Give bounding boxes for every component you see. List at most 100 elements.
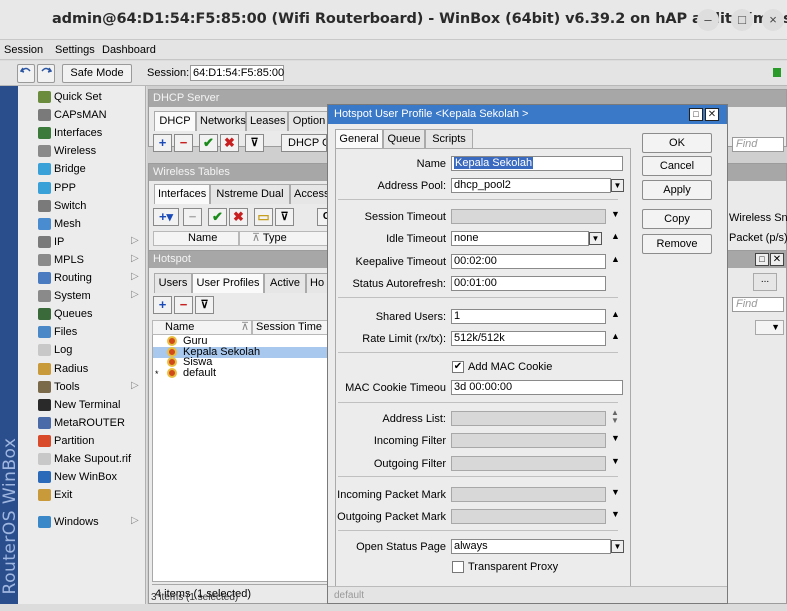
idle-timeout-field[interactable]: none — [451, 231, 589, 246]
maximize-button[interactable]: □ — [731, 9, 753, 31]
dialog-title-bar[interactable]: Hotspot User Profile <Kepala Sekolah > □… — [328, 105, 727, 124]
sidebar-item-interfaces[interactable]: Interfaces — [18, 124, 146, 142]
sidebar-item-queues[interactable]: Queues — [18, 305, 146, 323]
incoming-packet-mark-expand-icon[interactable]: ▼ — [611, 487, 620, 497]
table-row[interactable]: * default — [153, 367, 327, 379]
mac-cookie-timeout-field[interactable]: 3d 00:00:00 — [451, 380, 623, 395]
sidebar-item-metarouter[interactable]: MetaROUTER — [18, 414, 146, 432]
tab-user-profiles[interactable]: User Profiles — [192, 273, 264, 293]
filter-icon[interactable]: ⊽ — [275, 208, 294, 226]
tab-general[interactable]: General — [335, 129, 383, 149]
sidebar-item-radius[interactable]: Radius — [18, 360, 146, 378]
sidebar-item-new-winbox[interactable]: New WinBox — [18, 468, 146, 486]
close-button[interactable]: × — [762, 9, 784, 31]
enable-icon[interactable]: ✔ — [199, 134, 218, 152]
open-status-page-select[interactable]: always — [451, 539, 611, 554]
sidebar-item-bridge[interactable]: Bridge — [18, 160, 146, 178]
shared-users-collapse-icon[interactable]: ▲ — [611, 309, 620, 319]
address-pool-select[interactable]: dhcp_pool2 — [451, 178, 611, 193]
apply-button[interactable]: Apply — [642, 180, 712, 200]
columns-dropdown-icon[interactable]: ▼ — [755, 320, 784, 335]
tab-users[interactable]: Users — [154, 273, 192, 293]
sidebar-item-routing[interactable]: Routing ▷ — [18, 269, 146, 287]
hotspot-find-input[interactable]: Find — [732, 297, 784, 312]
close-icon[interactable]: ✕ — [770, 253, 784, 266]
table-row[interactable]: Siswa — [153, 357, 327, 368]
tab-queue[interactable]: Queue — [383, 129, 425, 149]
remove-icon[interactable]: − — [183, 208, 202, 226]
col-type[interactable]: ⊼ Type — [239, 231, 331, 246]
tab-hosts[interactable]: Ho — [306, 273, 328, 293]
menu-settings[interactable]: Settings — [55, 44, 95, 56]
remove-button[interactable]: Remove — [642, 234, 712, 254]
rate-limit-field[interactable]: 512k/512k — [451, 331, 606, 346]
idle-timeout-dropdown-icon[interactable]: ▼ — [589, 232, 602, 245]
sidebar-item-windows[interactable]: Windows ▷ — [18, 513, 146, 531]
sidebar-item-exit[interactable]: Exit — [18, 486, 146, 504]
sidebar-item-ppp[interactable]: PPP — [18, 179, 146, 197]
comment-icon[interactable]: ▭ — [254, 208, 273, 226]
add-icon[interactable]: + — [153, 296, 172, 314]
remove-icon[interactable]: − — [174, 296, 193, 314]
add-icon[interactable]: + — [153, 134, 172, 152]
incoming-packet-mark-field[interactable] — [451, 487, 606, 502]
outgoing-packet-mark-expand-icon[interactable]: ▼ — [611, 509, 620, 519]
menu-dashboard[interactable]: Dashboard — [102, 44, 156, 56]
idle-timeout-collapse-icon[interactable]: ▲ — [611, 231, 620, 241]
filter-icon[interactable]: ⊽ — [195, 296, 214, 314]
sidebar-item-make-supout-rif[interactable]: Make Supout.rif — [18, 450, 146, 468]
session-timeout-expand-icon[interactable]: ▼ — [611, 209, 620, 219]
tab-nstreme-dual[interactable]: Nstreme Dual — [210, 184, 290, 204]
redo-icon[interactable] — [37, 64, 55, 83]
copy-button[interactable]: Copy — [642, 209, 712, 229]
outgoing-filter-expand-icon[interactable]: ▼ — [611, 456, 620, 466]
tab-interfaces[interactable]: Interfaces — [154, 184, 210, 204]
status-autorefresh-field[interactable]: 00:01:00 — [451, 276, 606, 291]
more-tabs-button[interactable]: ... — [753, 273, 777, 291]
outgoing-filter-field[interactable] — [451, 456, 606, 471]
incoming-filter-field[interactable] — [451, 433, 606, 448]
enable-icon[interactable]: ✔ — [208, 208, 227, 226]
tab-access[interactable]: Access — [290, 184, 330, 204]
sidebar-item-mpls[interactable]: MPLS ▷ — [18, 251, 146, 269]
table-row[interactable]: Kepala Sekolah — [153, 346, 327, 358]
sidebar-item-switch[interactable]: Switch — [18, 197, 146, 215]
open-status-page-dropdown-icon[interactable]: ▼ — [611, 540, 624, 553]
session-timeout-field[interactable] — [451, 209, 606, 224]
tab-active[interactable]: Active — [264, 273, 306, 293]
sidebar-item-mesh[interactable]: Mesh — [18, 215, 146, 233]
col-name[interactable]: Name — [153, 231, 239, 246]
sidebar-item-files[interactable]: Files — [18, 323, 146, 341]
sidebar-item-system[interactable]: System ▷ — [18, 287, 146, 305]
remove-icon[interactable]: − — [174, 134, 193, 152]
address-pool-dropdown-icon[interactable]: ▼ — [611, 179, 624, 192]
rate-limit-collapse-icon[interactable]: ▲ — [611, 331, 620, 341]
tab-dhcp[interactable]: DHCP — [154, 111, 196, 131]
menu-session[interactable]: Session — [4, 44, 43, 56]
tab-options[interactable]: Option — [288, 111, 330, 131]
disable-icon[interactable]: ✖ — [229, 208, 248, 226]
safe-mode-button[interactable]: Safe Mode — [62, 64, 132, 83]
session-address-field[interactable]: 64:D1:54:F5:85:00 — [190, 65, 284, 81]
keepalive-collapse-icon[interactable]: ▲ — [611, 254, 620, 264]
sidebar-item-capsman[interactable]: CAPsMAN — [18, 106, 146, 124]
keepalive-timeout-field[interactable]: 00:02:00 — [451, 254, 606, 269]
shared-users-field[interactable]: 1 — [451, 309, 606, 324]
sidebar-item-log[interactable]: Log — [18, 341, 146, 359]
tab-scripts[interactable]: Scripts — [425, 129, 473, 149]
outgoing-packet-mark-field[interactable] — [451, 509, 606, 524]
restore-icon[interactable]: □ — [755, 253, 769, 266]
window-title-bar[interactable]: admin@64:D1:54:F5:85:00 (Wifi Routerboar… — [0, 0, 787, 40]
col-session-timeout[interactable]: Session Time — [252, 320, 330, 335]
add-dropdown-icon[interactable]: +▾ — [153, 208, 179, 226]
disable-icon[interactable]: ✖ — [220, 134, 239, 152]
sidebar-item-quick-set[interactable]: Quick Set — [18, 88, 146, 106]
restore-icon[interactable]: □ — [689, 108, 703, 121]
sidebar-item-partition[interactable]: Partition — [18, 432, 146, 450]
sidebar-item-tools[interactable]: Tools ▷ — [18, 378, 146, 396]
name-field[interactable]: Kepala Sekolah — [451, 156, 623, 171]
col-name[interactable]: Name ⊼ — [152, 320, 252, 335]
close-icon[interactable]: ✕ — [705, 108, 719, 121]
add-mac-cookie-checkbox[interactable]: ✔ — [452, 361, 464, 373]
dhcp-find-input[interactable]: Find — [732, 137, 784, 152]
